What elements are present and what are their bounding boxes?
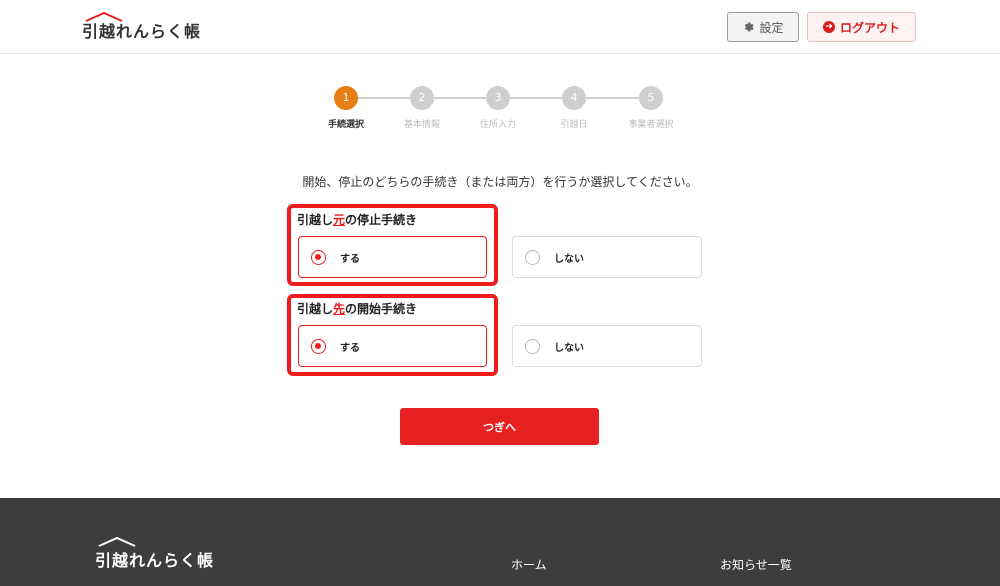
footer: 引越れんらく帳 ホーム お知らせ一覧: [0, 498, 1000, 586]
q2-option-yes[interactable]: する: [298, 325, 487, 367]
question-1-title: 引越し元の停止手続き: [297, 211, 417, 228]
radio-unselected-icon: [525, 338, 540, 354]
radio-selected-icon: [311, 338, 326, 354]
step-number: 2: [410, 86, 434, 110]
title-suffix: の開始手続き: [345, 302, 418, 316]
step-1: 1 手続選択: [316, 86, 376, 130]
q1-option-yes[interactable]: する: [298, 236, 487, 278]
step-label: 引越日: [560, 120, 588, 130]
footer-link-home[interactable]: ホーム: [511, 556, 547, 573]
q2-option-no[interactable]: しない: [512, 325, 702, 367]
step-2: 2 基本情報: [392, 86, 452, 130]
settings-button[interactable]: 設定: [727, 12, 799, 42]
step-number: 5: [639, 86, 663, 110]
step-label: 手続選択: [327, 120, 364, 130]
title-prefix: 引越し: [297, 302, 334, 316]
step-label: 事業者選択: [628, 120, 674, 130]
progress-stepper: 1 手続選択 2 基本情報 3 住所入力 4 引越日 5 事業者選択: [0, 86, 1000, 132]
arrow-circle-right-icon: ➜: [822, 21, 835, 33]
question-2-title: 引越し先の開始手続き: [297, 300, 417, 317]
step-3: 3 住所入力: [468, 86, 528, 130]
site-logo[interactable]: 引越れんらく帳: [82, 12, 201, 42]
step-4: 4 引越日: [544, 86, 604, 130]
step-number: 1: [334, 86, 358, 110]
house-roof-icon: [98, 537, 136, 547]
title-highlight: 元: [333, 213, 346, 227]
step-label: 基本情報: [403, 120, 440, 130]
header: 引越れんらく帳 設定 ➜ ログアウト: [0, 0, 1000, 54]
instruction-text: 開始、停止のどちらの手続き（または両方）を行うか選択してください。: [302, 175, 698, 189]
option-label: しない: [554, 342, 584, 354]
step-label: 住所入力: [479, 120, 516, 130]
radio-selected-icon: [311, 249, 326, 265]
radio-unselected-icon: [525, 249, 540, 265]
step-number: 3: [486, 86, 510, 110]
settings-label: 設定: [759, 20, 784, 35]
step-5: 5 事業者選択: [621, 86, 681, 130]
logout-button[interactable]: ➜ ログアウト: [807, 12, 916, 42]
title-highlight: 先: [333, 302, 346, 316]
option-label: する: [340, 342, 360, 354]
title-suffix: の停止手続き: [345, 213, 418, 227]
house-roof-icon: [85, 12, 123, 22]
step-number: 4: [562, 86, 586, 110]
footer-logo[interactable]: 引越れんらく帳: [95, 537, 215, 571]
footer-logo-text: 引越れんらく帳: [95, 551, 215, 570]
logout-label: ログアウト: [839, 20, 900, 35]
footer-link-news[interactable]: お知らせ一覧: [720, 556, 792, 573]
q1-option-no[interactable]: しない: [512, 236, 702, 278]
option-label: する: [340, 253, 360, 265]
option-label: しない: [554, 253, 584, 265]
next-button[interactable]: つぎへ: [400, 408, 599, 445]
gear-icon: [745, 22, 755, 32]
title-prefix: 引越し: [297, 213, 334, 227]
